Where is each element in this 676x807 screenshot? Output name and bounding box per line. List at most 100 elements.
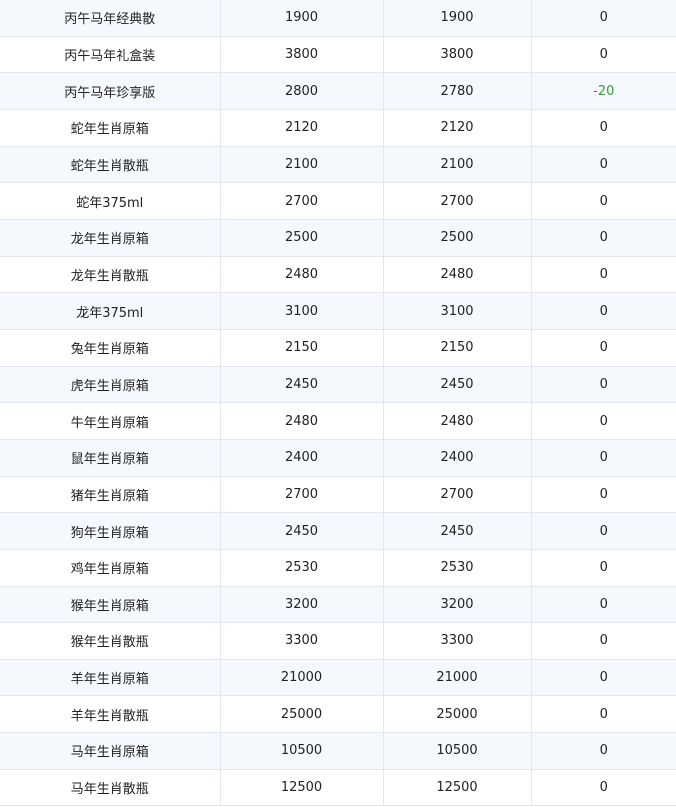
price-change-cell: -20 — [531, 72, 676, 110]
product-name-cell: 虎年生肖原箱 — [0, 366, 221, 404]
price-change-cell: 0 — [531, 256, 676, 294]
current-price-cell: 25000 — [383, 695, 532, 734]
product-name-cell: 龙年375ml — [0, 292, 221, 330]
previous-price-cell: 21000 — [220, 659, 384, 697]
previous-price-cell: 2450 — [220, 512, 384, 550]
product-name-cell: 羊年生肖原箱 — [0, 659, 221, 697]
table-row: 牛年生肖原箱 2480 2480 0 — [0, 402, 676, 440]
table-row: 羊年生肖原箱 21000 21000 0 — [0, 659, 676, 697]
price-change-cell: 0 — [531, 329, 676, 367]
previous-price-cell: 12500 — [220, 769, 384, 807]
price-change-cell: 0 — [531, 366, 676, 404]
table-row: 龙年375ml 3100 3100 0 — [0, 292, 676, 330]
previous-price-cell: 2450 — [220, 366, 384, 404]
table-row: 鸡年生肖原箱 2530 2530 0 — [0, 549, 676, 587]
table-row: 鼠年生肖原箱 2400 2400 0 — [0, 439, 676, 477]
price-change-cell: 0 — [531, 109, 676, 147]
table-row: 兔年生肖原箱 2150 2150 0 — [0, 329, 676, 367]
price-change-cell: 0 — [531, 402, 676, 440]
product-name-cell: 丙午马年经典散 — [0, 0, 221, 37]
table-row: 龙年生肖散瓶 2480 2480 0 — [0, 256, 676, 294]
product-name-cell: 猴年生肖原箱 — [0, 586, 221, 624]
price-change-cell: 0 — [531, 182, 676, 220]
previous-price-cell: 2700 — [220, 182, 384, 220]
product-name-cell: 狗年生肖原箱 — [0, 512, 221, 550]
product-name-cell: 马年生肖原箱 — [0, 732, 221, 770]
previous-price-cell: 2700 — [220, 476, 384, 514]
price-change-cell: 0 — [531, 146, 676, 184]
table-row: 狗年生肖原箱 2450 2450 0 — [0, 512, 676, 550]
previous-price-cell: 3100 — [220, 292, 384, 330]
current-price-cell: 2780 — [383, 72, 532, 110]
product-name-cell: 蛇年生肖原箱 — [0, 109, 221, 147]
previous-price-cell: 2480 — [220, 256, 384, 294]
product-name-cell: 丙午马年珍享版 — [0, 72, 221, 110]
product-name-cell: 丙午马年礼盒装 — [0, 36, 221, 74]
price-change-cell: 0 — [531, 439, 676, 477]
product-name-cell: 猪年生肖原箱 — [0, 476, 221, 514]
price-change-cell: 0 — [531, 622, 676, 660]
current-price-cell: 2120 — [383, 109, 532, 147]
table-row: 蛇年375ml 2700 2700 0 — [0, 182, 676, 220]
current-price-cell: 2100 — [383, 146, 532, 184]
previous-price-cell: 2500 — [220, 219, 384, 257]
price-change-cell: 0 — [531, 512, 676, 550]
table-row: 猴年生肖散瓶 3300 3300 0 — [0, 622, 676, 660]
current-price-cell: 3300 — [383, 622, 532, 660]
current-price-cell: 12500 — [383, 769, 532, 807]
price-change-cell: 0 — [531, 549, 676, 587]
current-price-cell: 3800 — [383, 36, 532, 74]
previous-price-cell: 3800 — [220, 36, 384, 74]
product-name-cell: 羊年生肖散瓶 — [0, 695, 221, 734]
product-name-cell: 蛇年生肖散瓶 — [0, 146, 221, 184]
product-name-cell: 鼠年生肖原箱 — [0, 439, 221, 477]
price-table-body: 丙午马年经典散 1900 1900 0 丙午马年礼盒装 3800 3800 0 丙午马年珍享版 2… — [0, 0, 676, 807]
current-price-cell: 2480 — [383, 402, 532, 440]
price-change-cell: 0 — [531, 292, 676, 330]
table-row: 马年生肖散瓶 12500 12500 0 — [0, 769, 676, 807]
table-row: 蛇年生肖散瓶 2100 2100 0 — [0, 146, 676, 184]
product-name-cell: 蛇年375ml — [0, 182, 221, 220]
current-price-cell: 2480 — [383, 256, 532, 294]
current-price-cell: 2400 — [383, 439, 532, 477]
table-row: 猴年生肖原箱 3200 3200 0 — [0, 586, 676, 624]
product-name-cell: 猴年生肖散瓶 — [0, 622, 221, 660]
product-name-cell: 兔年生肖原箱 — [0, 329, 221, 367]
current-price-cell: 1900 — [383, 0, 532, 37]
previous-price-cell: 2400 — [220, 439, 384, 477]
product-name-cell: 龙年生肖散瓶 — [0, 256, 221, 294]
previous-price-cell: 2120 — [220, 109, 384, 147]
previous-price-cell: 1900 — [220, 0, 384, 37]
product-name-cell: 牛年生肖原箱 — [0, 402, 221, 440]
price-change-cell: 0 — [531, 659, 676, 697]
previous-price-cell: 2800 — [220, 72, 384, 110]
price-change-cell: 0 — [531, 732, 676, 770]
current-price-cell: 2700 — [383, 476, 532, 514]
current-price-cell: 3100 — [383, 292, 532, 330]
previous-price-cell: 3200 — [220, 586, 384, 624]
price-change-cell: 0 — [531, 476, 676, 514]
table-row: 丙午马年经典散 1900 1900 0 — [0, 0, 676, 37]
current-price-cell: 2700 — [383, 182, 532, 220]
previous-price-cell: 2480 — [220, 402, 384, 440]
previous-price-cell: 25000 — [220, 695, 384, 734]
current-price-cell: 21000 — [383, 659, 532, 697]
table-row: 羊年生肖散瓶 25000 25000 0 — [0, 695, 676, 734]
current-price-cell: 10500 — [383, 732, 532, 770]
previous-price-cell: 10500 — [220, 732, 384, 770]
price-change-cell: 0 — [531, 769, 676, 807]
table-row: 猪年生肖原箱 2700 2700 0 — [0, 476, 676, 514]
price-change-cell: 0 — [531, 0, 676, 37]
previous-price-cell: 2530 — [220, 549, 384, 587]
table-row: 虎年生肖原箱 2450 2450 0 — [0, 366, 676, 404]
previous-price-cell: 2100 — [220, 146, 384, 184]
price-change-cell: 0 — [531, 36, 676, 74]
price-table: 丙午马年经典散 1900 1900 0 丙午马年礼盒装 3800 3800 0 丙午马年珍享版 2… — [0, 0, 676, 807]
table-row: 丙午马年珍享版 2800 2780 -20 — [0, 72, 676, 110]
price-change-cell: 0 — [531, 219, 676, 257]
current-price-cell: 2150 — [383, 329, 532, 367]
previous-price-cell: 2150 — [220, 329, 384, 367]
product-name-cell: 龙年生肖原箱 — [0, 219, 221, 257]
product-name-cell: 鸡年生肖原箱 — [0, 549, 221, 587]
current-price-cell: 3200 — [383, 586, 532, 624]
